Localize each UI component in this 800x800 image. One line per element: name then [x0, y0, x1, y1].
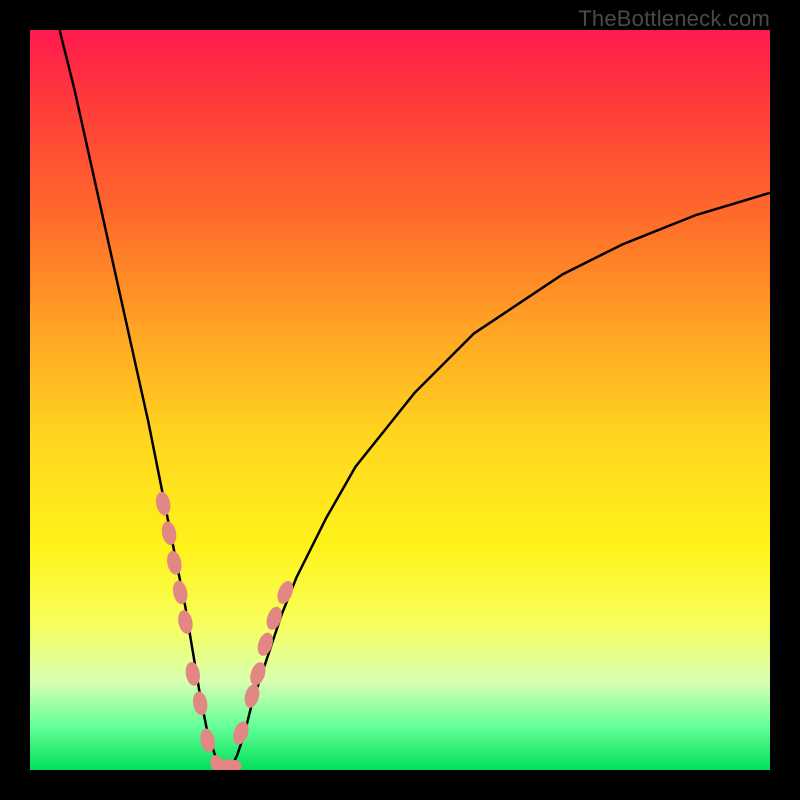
curve-marker: [171, 579, 189, 605]
curve-marker: [165, 550, 183, 576]
curve-svg: [30, 30, 770, 770]
chart-frame: TheBottleneck.com: [0, 0, 800, 800]
plot-area: [30, 30, 770, 770]
marker-group: [154, 490, 296, 770]
curve-marker: [154, 490, 172, 516]
curve-marker: [160, 520, 178, 546]
watermark-text: TheBottleneck.com: [578, 6, 770, 32]
curve-marker: [191, 690, 209, 716]
curve-marker: [176, 609, 194, 635]
curve-marker: [274, 579, 296, 606]
bottleneck-curve: [60, 30, 770, 770]
